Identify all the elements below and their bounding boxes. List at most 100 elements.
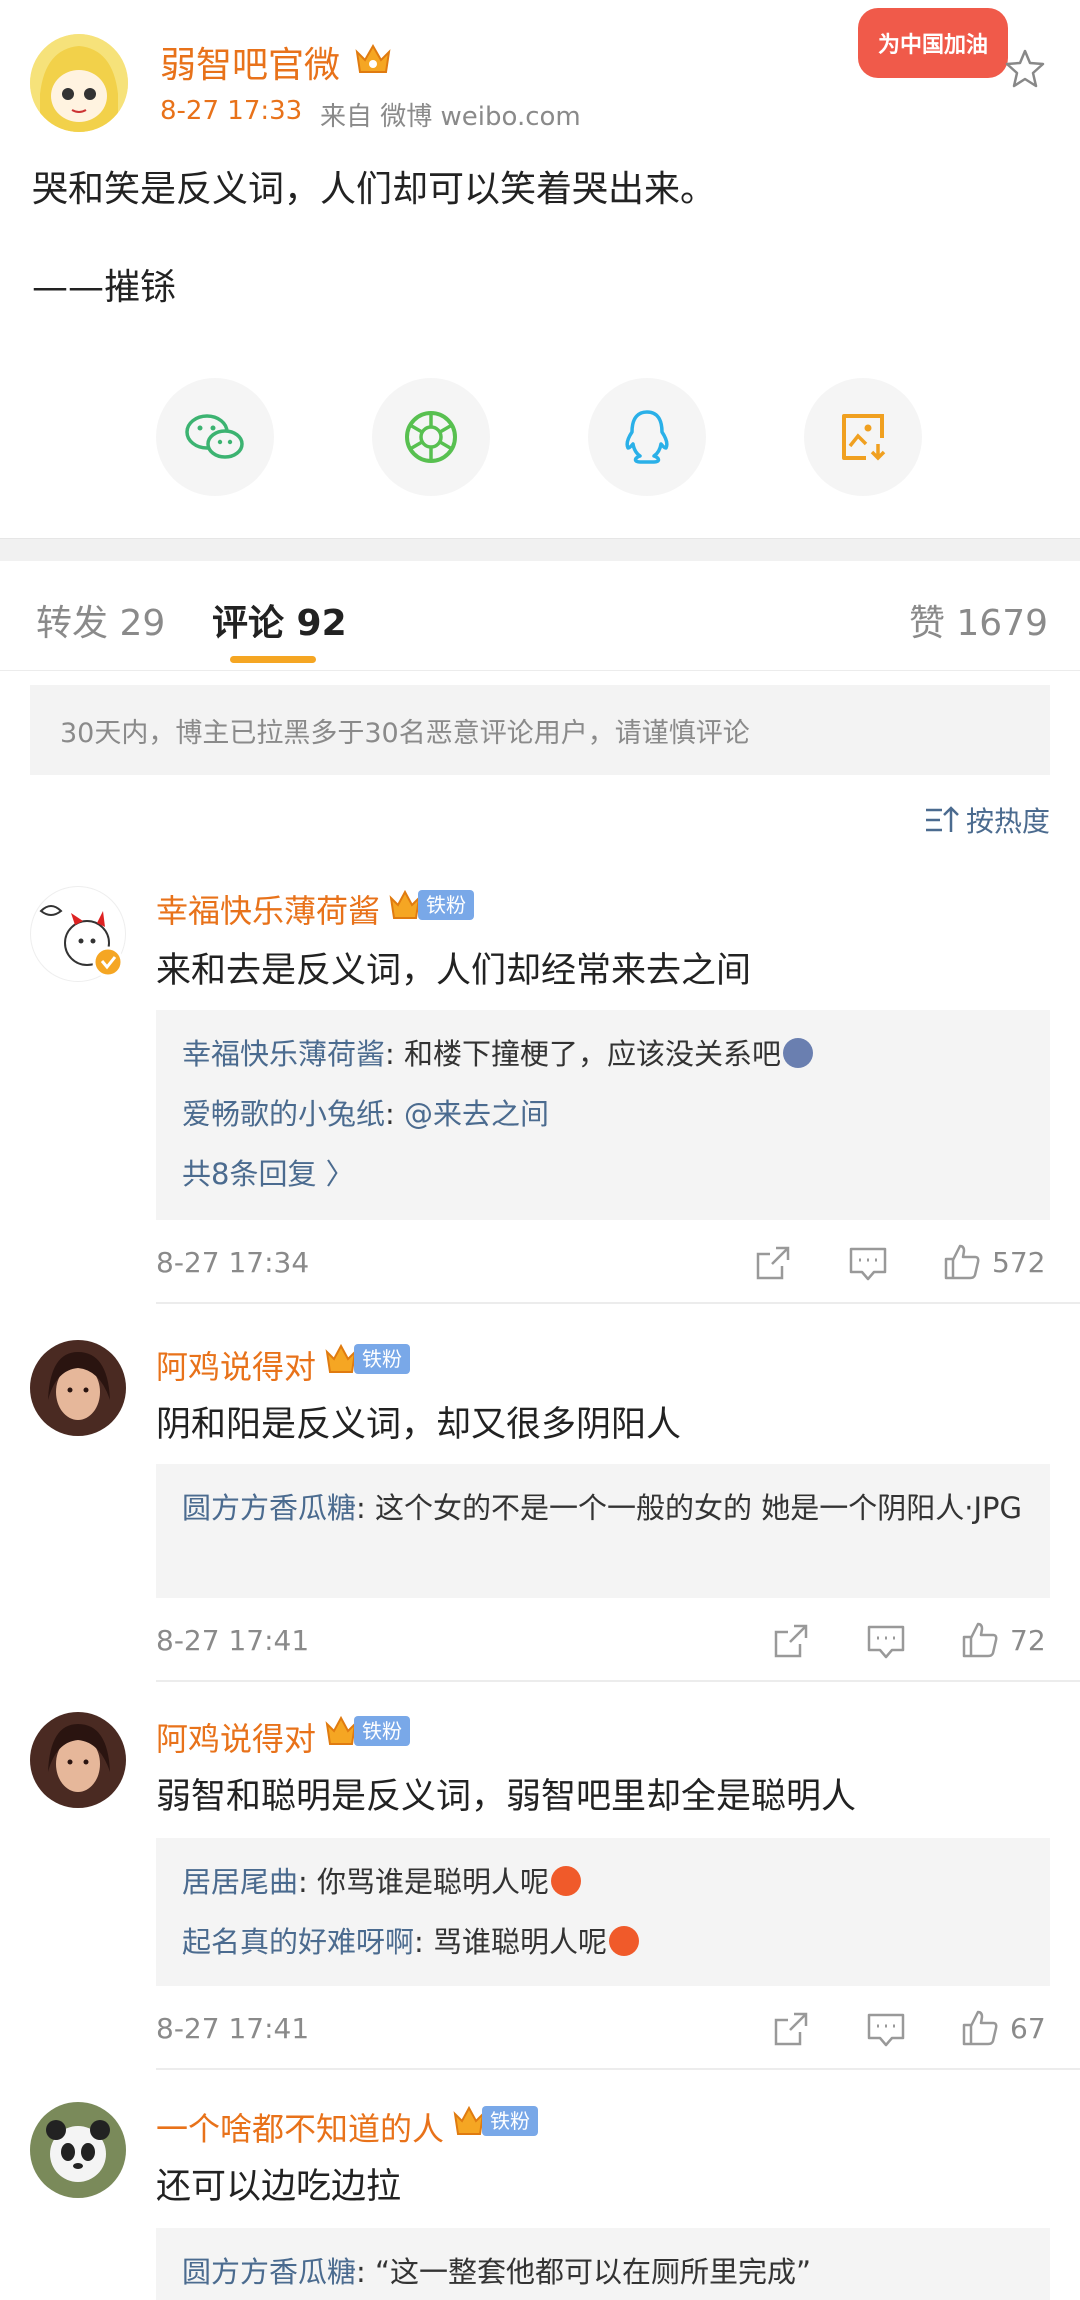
reply-username[interactable]: 起名真的好难呀啊 (182, 1925, 414, 1959)
share-wechat-button[interactable] (156, 378, 274, 496)
post-author-name[interactable]: 弱智吧官微 (160, 36, 340, 88)
comment-avatar[interactable] (30, 2102, 126, 2198)
reply-line[interactable]: 爱畅歌的小兔纸: @来去之间 (182, 1092, 1024, 1136)
reply-box[interactable]: 幸福快乐薄荷酱: 和楼下撞梗了，应该没关系吧 爱畅歌的小兔纸: @来去之间 共8… (156, 1010, 1050, 1220)
reply-line[interactable]: 居居尾曲: 你骂谁是聪明人呢 (182, 1860, 1024, 1904)
section-divider (0, 538, 1080, 561)
favorite-star-icon[interactable] (1005, 48, 1045, 88)
comment-time: 8-27 17:34 (156, 1246, 310, 1279)
reply-username[interactable]: 居居尾曲 (182, 1865, 298, 1899)
reply-box[interactable]: 圆方方香瓜糖: 这个女的不是一个一般的女的 她是一个阴阳人·JPG (156, 1464, 1050, 1598)
promo-badge[interactable]: 为中国加油 (858, 8, 1008, 78)
reply-box[interactable]: 圆方方香瓜糖: “这一整套他都可以在厕所里完成” (156, 2228, 1050, 2300)
reply-line[interactable]: 圆方方香瓜糖: 这个女的不是一个一般的女的 她是一个阴阳人·JPG (182, 1486, 1024, 1530)
fan-badge: 铁粉 (324, 1342, 410, 1376)
comment-avatar[interactable] (30, 1340, 126, 1436)
fan-badge-label: 铁粉 (482, 2106, 538, 2136)
vip-crown-icon (389, 889, 421, 919)
sort-label: 按热度 (965, 805, 1050, 838)
promo-badge-label: 为中国加油 (877, 33, 988, 58)
comment-text: 阴和阳是反义词，却又很多阴阳人 (156, 1405, 682, 1445)
comment-username[interactable]: 阿鸡说得对 (156, 1342, 316, 1388)
tab-divider (0, 670, 1080, 671)
comment-username[interactable]: 阿鸡说得对 (156, 1714, 316, 1760)
like-count: 572 (992, 1245, 1046, 1279)
vip-crown-icon (325, 1343, 357, 1373)
view-more-replies-link[interactable]: 共8条回复 〉 (182, 1152, 1024, 1196)
thumbs-up-icon (962, 2010, 998, 2046)
reply-username[interactable]: 圆方方香瓜糖 (182, 2255, 356, 2289)
save-image-icon (842, 414, 886, 461)
share-moments-button[interactable] (372, 378, 490, 496)
sort-by-hot-button[interactable]: 按热度 (924, 800, 1050, 840)
repost-icon[interactable] (772, 2010, 810, 2048)
vip-crown-icon (453, 2105, 485, 2135)
post-source: 来自 微博 weibo.com (320, 102, 581, 132)
comment-separator (156, 1680, 1080, 1682)
post-signature: ——摧铩 (32, 267, 177, 308)
wechat-icon (185, 414, 244, 459)
reply-text: “这一整套他都可以在厕所里完成” (375, 2255, 812, 2289)
repost-icon[interactable] (754, 1244, 792, 1282)
comment-text: 还可以边吃边拉 (156, 2167, 402, 2207)
post-text: 哭和笑是反义词，人们却可以笑着哭出来。 (32, 169, 717, 210)
like-button[interactable]: 67 (960, 2008, 1046, 2048)
verified-badge-icon (92, 946, 124, 978)
comment-icon[interactable] (866, 2012, 906, 2048)
like-button[interactable]: 72 (960, 1620, 1046, 1660)
reply-text: 这个女的不是一个一般的女的 她是一个阴阳人·JPG (375, 1491, 1022, 1525)
vip-crown-icon (325, 1715, 357, 1745)
comment-username[interactable]: 幸福快乐薄荷酱 (156, 886, 380, 932)
post-author-avatar[interactable] (30, 34, 128, 132)
comment-time: 8-27 17:41 (156, 2012, 310, 2045)
emoji-icon (783, 1038, 814, 1068)
comment-separator (156, 1302, 1080, 1304)
reply-line[interactable]: 幸福快乐薄荷酱: 和楼下撞梗了，应该没关系吧 (182, 1032, 1024, 1076)
active-tab-indicator (230, 656, 316, 663)
like-count: 72 (1010, 1623, 1046, 1657)
reply-username[interactable]: 圆方方香瓜糖 (182, 1491, 356, 1525)
like-count: 67 (1010, 2011, 1046, 2045)
comment-separator (156, 2068, 1080, 2070)
angry-emoji-icon (609, 1926, 640, 1956)
comment-text: 来和去是反义词，人们却经常来去之间 (156, 951, 752, 991)
save-image-button[interactable] (804, 378, 922, 496)
share-qq-button[interactable] (588, 378, 706, 496)
reply-text: 和楼下撞梗了，应该没关系吧 (404, 1037, 782, 1071)
reply-line[interactable]: 起名真的好难呀啊: 骂谁聪明人呢 (182, 1920, 1024, 1964)
angry-emoji-icon (551, 1866, 582, 1896)
thumbs-up-icon (962, 1622, 998, 1658)
thumbs-up-icon (944, 1244, 980, 1280)
fan-badge-label: 铁粉 (418, 890, 474, 920)
moments-icon (405, 411, 457, 463)
reply-text[interactable]: @来去之间 (404, 1097, 549, 1131)
comment-notice: 30天内，博主已拉黑多于30名恶意评论用户，请谨慎评论 (30, 685, 1050, 775)
comment-notice-text: 30天内，博主已拉黑多于30名恶意评论用户，请谨慎评论 (60, 717, 750, 749)
fan-badge-label: 铁粉 (354, 1344, 410, 1374)
reply-username[interactable]: 幸福快乐薄荷酱 (182, 1037, 385, 1071)
vip-crown-icon (355, 43, 391, 73)
fan-badge: 铁粉 (452, 2104, 538, 2138)
reply-text: 你骂谁是聪明人呢 (317, 1865, 550, 1899)
sort-icon (925, 806, 959, 832)
fan-badge-label: 铁粉 (354, 1716, 410, 1746)
reply-line[interactable]: 圆方方香瓜糖: “这一整套他都可以在厕所里完成” (182, 2250, 1024, 2294)
fan-badge: 铁粉 (324, 1714, 410, 1748)
repost-icon[interactable] (772, 1622, 810, 1660)
tab-like[interactable]: 赞 1679 (909, 594, 1048, 646)
comment-icon[interactable] (848, 1246, 888, 1282)
fan-badge: 铁粉 (388, 888, 474, 922)
comment-time: 8-27 17:41 (156, 1624, 310, 1657)
comment-avatar[interactable] (30, 1712, 126, 1808)
comment-username[interactable]: 一个啥都不知道的人 (156, 2104, 444, 2150)
tab-repost[interactable]: 转发 29 (36, 594, 165, 646)
post-time: 8-27 17:33 (160, 96, 303, 126)
reply-box[interactable]: 居居尾曲: 你骂谁是聪明人呢 起名真的好难呀啊: 骂谁聪明人呢 (156, 1838, 1050, 1986)
qq-icon (625, 410, 669, 464)
comment-text: 弱智和聪明是反义词，弱智吧里却全是聪明人 (156, 1777, 857, 1817)
tab-comment[interactable]: 评论 92 (212, 594, 347, 646)
reply-username[interactable]: 爱畅歌的小兔纸 (182, 1097, 385, 1131)
reply-text: 骂谁聪明人呢 (433, 1925, 608, 1959)
comment-icon[interactable] (866, 1624, 906, 1660)
like-button[interactable]: 572 (942, 1242, 1045, 1282)
